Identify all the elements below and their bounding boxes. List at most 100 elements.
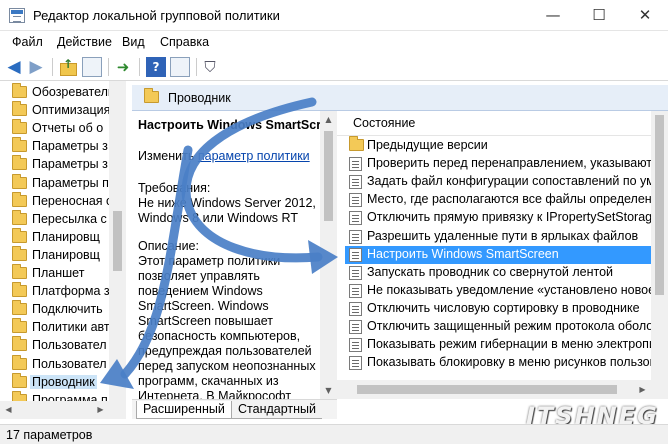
list-scroll-thumb[interactable] <box>655 115 664 295</box>
policy-setting-row[interactable]: Показывать блокировку в меню рисунков по… <box>345 354 651 372</box>
list-horizontal-scrollbar[interactable]: ▶ <box>337 380 651 399</box>
filter-icon[interactable]: ⛉ <box>200 57 220 77</box>
tree-item[interactable]: Подключить <box>12 300 122 319</box>
policy-setting-icon <box>349 283 362 298</box>
folder-icon <box>12 227 27 243</box>
edit-policy-link[interactable]: параметр политики <box>198 149 310 163</box>
status-text: 17 параметров <box>6 428 93 442</box>
folder-icon <box>12 119 27 135</box>
policy-setting-row[interactable]: Отключить защищенный режим протокола обо… <box>345 318 651 336</box>
edit-prefix: Изменить <box>138 149 195 163</box>
requirements-label: Требования: <box>138 181 211 195</box>
tree-item[interactable]: Планировщ <box>12 245 122 265</box>
tree-item[interactable]: Пользовател <box>12 336 122 355</box>
policy-setting-row[interactable]: Запускать проводник со свернутой лентой <box>345 264 651 282</box>
requirements-text: Не ниже Windows Server 2012, Windows 8 и… <box>138 196 316 225</box>
back-arrow-icon[interactable]: ◀ <box>4 57 24 77</box>
up-one-level-icon[interactable] <box>58 57 78 77</box>
folder-icon <box>12 155 27 171</box>
folder-icon <box>12 354 27 370</box>
policy-setting-row[interactable]: Отключить прямую привязку к IPropertySet… <box>345 209 651 227</box>
tree-item[interactable]: Планшет <box>12 264 122 283</box>
tree-item-label: Платформа з <box>32 284 110 299</box>
tree-scroll-thumb[interactable] <box>113 211 122 271</box>
scroll-left-icon[interactable]: ◀ <box>0 401 17 418</box>
tab-standard[interactable]: Стандартный <box>232 401 322 419</box>
column-header-state[interactable]: Состояние <box>353 116 415 130</box>
folder-icon <box>12 101 27 117</box>
policy-tree: Обозреватель Оптимизация Отчеты об о Параме… <box>0 81 126 419</box>
policy-title: Настроить Windows SmartScreen <box>138 118 337 132</box>
show-hide-tree-icon[interactable] <box>82 57 102 77</box>
description-pane: Настроить Windows SmartScreen Изменить п… <box>132 111 337 399</box>
category-title: Проводник <box>168 91 231 105</box>
setting-label: Запускать проводник со свернутой лентой <box>367 264 614 279</box>
forward-arrow-icon[interactable]: ▶ <box>26 57 46 77</box>
tree-item[interactable]: Отчеты об о <box>12 119 122 138</box>
policy-setting-row[interactable]: Место, где располагаются все файлы опред… <box>345 191 651 209</box>
tree-item-label: Оптимизация <box>32 103 111 118</box>
scroll-right-icon[interactable]: ▶ <box>92 401 109 418</box>
menu-file[interactable]: Файл <box>12 35 43 49</box>
policy-setting-icon <box>349 320 362 334</box>
settings-list: Состояние Предыдущие версии Проверить пер… <box>337 111 651 380</box>
tree-item[interactable]: Параметры п <box>12 173 122 193</box>
tree-item-label: Пользовател <box>32 356 107 371</box>
policy-setting-row[interactable]: Разрешить удаленные пути в ярлыках файло… <box>345 228 651 246</box>
policy-setting-row[interactable]: Настроить Windows SmartScreen <box>345 245 651 264</box>
list-folder-row[interactable]: Предыдущие версии <box>345 136 651 155</box>
close-button[interactable]: ✕ <box>622 0 668 31</box>
tree-item[interactable]: Параметры з <box>12 137 122 156</box>
list-hscroll-thumb[interactable] <box>357 385 617 394</box>
help-icon[interactable]: ? <box>146 57 166 77</box>
tree-item[interactable]: Пересылка с <box>12 209 122 229</box>
folder-icon <box>349 136 364 151</box>
tree-item[interactable]: Параметры з <box>12 155 122 174</box>
list-vertical-scrollbar[interactable] <box>651 111 668 399</box>
export-list-icon[interactable]: ➜ <box>113 57 133 77</box>
tree-item[interactable]: Обозреватель <box>12 83 122 102</box>
folder-icon <box>12 282 27 298</box>
description-scrollbar[interactable]: ▲ ▼ <box>320 111 337 399</box>
setting-label: Настроить Windows SmartScreen <box>367 246 559 261</box>
scroll-right-icon[interactable]: ▶ <box>634 381 651 398</box>
tree-item[interactable]: Планировщ <box>12 227 122 247</box>
tree-item[interactable]: Оптимизация <box>12 101 122 120</box>
tree-vertical-scrollbar[interactable] <box>109 81 126 401</box>
policy-setting-row[interactable]: Показывать режим гибернации в меню элект… <box>345 336 651 354</box>
description-scroll-thumb[interactable] <box>324 131 333 221</box>
menu-action[interactable]: Действие <box>57 35 112 49</box>
folder-icon <box>144 88 159 103</box>
tree-item[interactable]: Платформа з <box>12 282 122 301</box>
policy-setting-row[interactable]: Проверить перед перенаправлением, указыв… <box>345 155 651 173</box>
folder-icon <box>12 336 27 352</box>
tree-item[interactable]: Проводник <box>12 372 122 392</box>
tree-item[interactable]: Политики авт <box>12 318 122 337</box>
tree-item-label: Проводник <box>30 374 97 389</box>
setting-label: Предыдущие версии <box>367 138 488 152</box>
policy-setting-row[interactable]: Отключить числовую сортировку в проводни… <box>345 300 651 318</box>
setting-label: Не показывать уведомление «установлено н… <box>367 282 651 297</box>
policy-setting-row[interactable]: Задать файл конфигурации сопоставлений п… <box>345 173 651 191</box>
description-label: Описание: <box>138 239 199 253</box>
tree-item-label: Подключить <box>32 302 103 317</box>
policy-setting-icon <box>349 338 362 353</box>
tab-extended[interactable]: Расширенный <box>136 401 232 419</box>
scroll-up-icon[interactable]: ▲ <box>320 111 337 128</box>
tree-horizontal-scrollbar[interactable]: ◀ ▶ <box>0 401 126 419</box>
scroll-down-icon[interactable]: ▼ <box>320 382 337 399</box>
maximize-button[interactable]: ☐ <box>576 0 622 31</box>
policy-setting-icon <box>349 157 362 172</box>
policy-setting-icon <box>349 356 362 371</box>
setting-label: Задать файл конфигурации сопоставлений п… <box>367 174 651 189</box>
setting-label: Проверить перед перенаправлением, указыв… <box>367 156 651 171</box>
menu-view[interactable]: Вид <box>122 35 145 49</box>
setting-label: Отключить защищенный режим протокола обо… <box>367 319 651 333</box>
policy-setting-row[interactable]: Не показывать уведомление «установлено н… <box>345 282 651 300</box>
tree-item[interactable]: Переносная о <box>12 191 122 211</box>
tree-item[interactable]: Пользовател <box>12 354 122 374</box>
menu-help[interactable]: Справка <box>160 35 209 49</box>
setting-label: Показывать режим гибернации в меню элект… <box>367 337 651 352</box>
properties-icon[interactable] <box>170 57 190 77</box>
minimize-button[interactable]: — <box>530 0 576 31</box>
